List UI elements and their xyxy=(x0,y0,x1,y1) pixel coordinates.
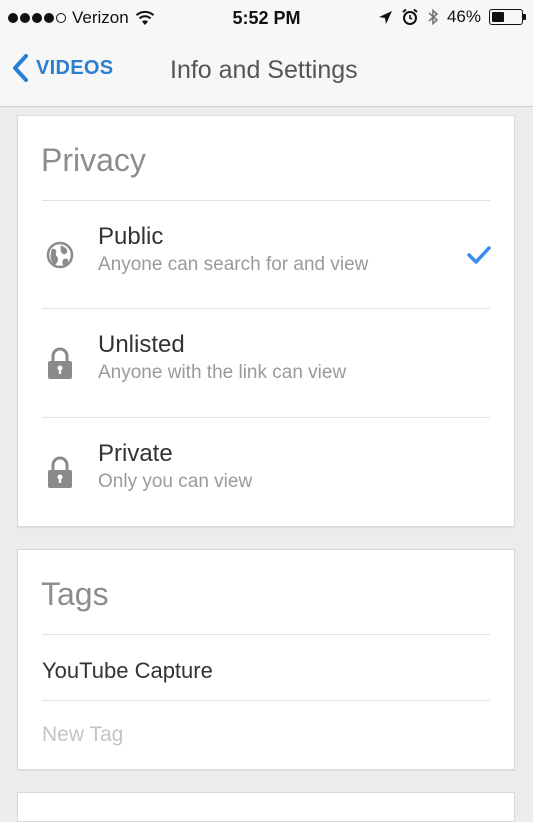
chevron-left-icon xyxy=(13,54,28,82)
privacy-card: Privacy Public Anyone can search for and… xyxy=(17,115,515,527)
privacy-option-public[interactable]: Public Anyone can search for and view xyxy=(18,201,514,309)
location-icon xyxy=(378,10,392,24)
option-title: Public xyxy=(98,223,164,250)
lock-icon xyxy=(48,456,72,488)
back-label: VIDEOS xyxy=(36,56,114,79)
bluetooth-icon xyxy=(428,8,439,26)
back-button[interactable]: VIDEOS xyxy=(12,54,113,82)
option-subtitle: Only you can view xyxy=(98,471,253,492)
divider xyxy=(42,634,490,635)
page-title: Info and Settings xyxy=(170,56,358,84)
divider xyxy=(42,700,490,701)
tags-title: Tags xyxy=(41,576,109,612)
next-card xyxy=(17,792,515,822)
nav-bar: VIDEOS Info and Settings xyxy=(0,36,533,107)
option-title: Private xyxy=(98,440,173,467)
battery-percent: 46% xyxy=(446,7,481,26)
alarm-icon xyxy=(402,8,418,25)
option-subtitle: Anyone can search for and view xyxy=(98,254,369,275)
status-right: 46% xyxy=(378,7,526,27)
privacy-title: Privacy xyxy=(41,142,146,178)
status-bar: Verizon 5:52 PM 46% xyxy=(0,0,533,36)
tag-item[interactable]: YouTube Capture xyxy=(42,658,213,684)
battery-icon xyxy=(489,9,526,25)
privacy-option-unlisted[interactable]: Unlisted Anyone with the link can view xyxy=(18,309,514,417)
tags-card: Tags YouTube Capture xyxy=(17,549,515,770)
lock-icon xyxy=(48,347,72,379)
new-tag-input[interactable] xyxy=(42,723,462,747)
option-subtitle: Anyone with the link can view xyxy=(98,362,347,383)
privacy-option-private[interactable]: Private Only you can view xyxy=(18,418,514,526)
checkmark-icon xyxy=(467,246,491,264)
globe-icon xyxy=(46,241,74,269)
option-title: Unlisted xyxy=(98,331,185,358)
